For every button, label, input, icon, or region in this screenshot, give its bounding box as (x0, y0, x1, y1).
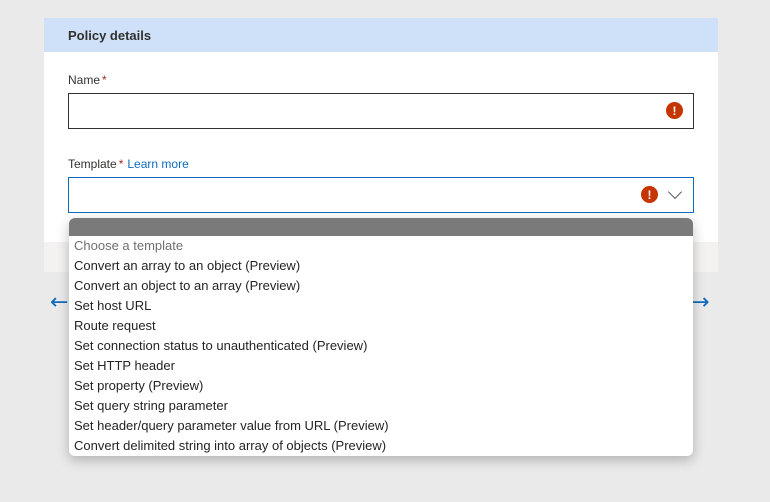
arrow-left-icon[interactable]: ← (50, 290, 68, 315)
name-label-text: Name (68, 73, 101, 87)
template-label-text: Template (68, 157, 117, 171)
arrow-right-icon[interactable]: → (691, 290, 709, 315)
dropdown-option[interactable]: Set query string parameter (69, 396, 693, 416)
name-label: Name * (68, 73, 107, 87)
template-dropdown-list: Choose a template Convert an array to an… (69, 218, 693, 456)
name-input[interactable]: ! (68, 93, 694, 129)
template-select[interactable]: ! (68, 177, 694, 213)
dropdown-option[interactable]: Route request (69, 316, 693, 336)
dropdown-option[interactable]: Convert an object to an array (Preview) (69, 276, 693, 296)
chevron-down-icon[interactable] (667, 184, 683, 200)
dropdown-option[interactable]: Set connection status to unauthenticated… (69, 336, 693, 356)
required-mark: * (102, 73, 107, 87)
error-icon: ! (666, 102, 683, 119)
panel-title: Policy details (44, 18, 718, 52)
required-mark: * (118, 157, 124, 171)
dropdown-option[interactable]: Set property (Preview) (69, 376, 693, 396)
dropdown-option[interactable]: Convert an array to an object (Preview) (69, 256, 693, 276)
dropdown-option[interactable]: Set HTTP header (69, 356, 693, 376)
dropdown-placeholder: Choose a template (74, 238, 184, 253)
dropdown-option[interactable]: Set header/query parameter value from UR… (69, 416, 693, 436)
dropdown-header-bar (69, 218, 693, 236)
dropdown-option[interactable]: Convert delimited string into array of o… (69, 436, 693, 456)
dropdown-option[interactable]: Set host URL (69, 296, 693, 316)
error-icon: ! (641, 186, 658, 203)
learn-more-link[interactable]: Learn more (127, 157, 188, 171)
template-label: Template * Learn more (68, 157, 189, 171)
